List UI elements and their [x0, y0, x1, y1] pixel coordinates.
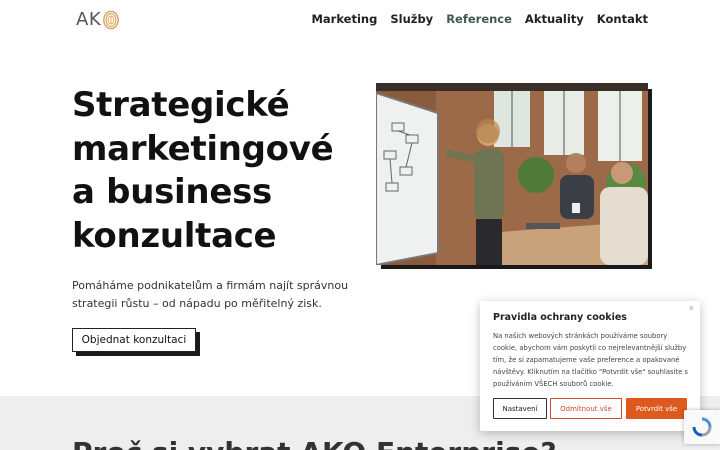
- site-header: AK Marketing Služby Reference Aktuality …: [0, 0, 720, 40]
- logo[interactable]: AK: [76, 9, 120, 30]
- cookie-settings-button[interactable]: Nastavení: [493, 398, 547, 419]
- hero-title-line: konzultace: [72, 215, 277, 256]
- nav-item-aktuality[interactable]: Aktuality: [525, 12, 584, 26]
- cookie-title: Pravidla ochrany cookies: [493, 312, 627, 323]
- nav-item-reference[interactable]: Reference: [446, 12, 512, 26]
- hero-description: Pomáháme podnikatelům a firmám najít spr…: [72, 279, 349, 310]
- hero-title-line: marketingové: [72, 128, 334, 169]
- cookie-reject-button[interactable]: Odmítnout vše: [550, 398, 622, 419]
- cookie-accept-button[interactable]: Potvrdit vše: [626, 398, 687, 419]
- cookie-banner: × Pravidla ochrany cookies Na našich web…: [480, 301, 700, 431]
- close-icon[interactable]: ×: [689, 303, 694, 313]
- recaptcha-badge[interactable]: [684, 410, 720, 444]
- cookie-text: Na našich webových stránkách používáme s…: [493, 332, 688, 388]
- logo-text: AK: [76, 9, 102, 30]
- fingerprint-o-icon: [103, 10, 120, 29]
- nav-item-marketing[interactable]: Marketing: [311, 12, 377, 26]
- recaptcha-icon: [692, 417, 712, 437]
- hero-title-line: Strategické: [72, 85, 290, 125]
- hero-title: Strategické marketingové a business konz…: [72, 84, 372, 258]
- order-consultation-button[interactable]: Objednat konzultaci: [72, 328, 196, 352]
- hero-title-line: a business: [72, 172, 272, 212]
- nav-item-sluzby[interactable]: Služby: [390, 12, 433, 26]
- main-nav: Marketing Služby Reference Aktuality Kon…: [311, 12, 648, 26]
- section-heading: Proč si vybrat AKO Enterprise?: [72, 436, 557, 450]
- hero-photo: [376, 83, 648, 265]
- nav-item-kontakt[interactable]: Kontakt: [597, 12, 648, 26]
